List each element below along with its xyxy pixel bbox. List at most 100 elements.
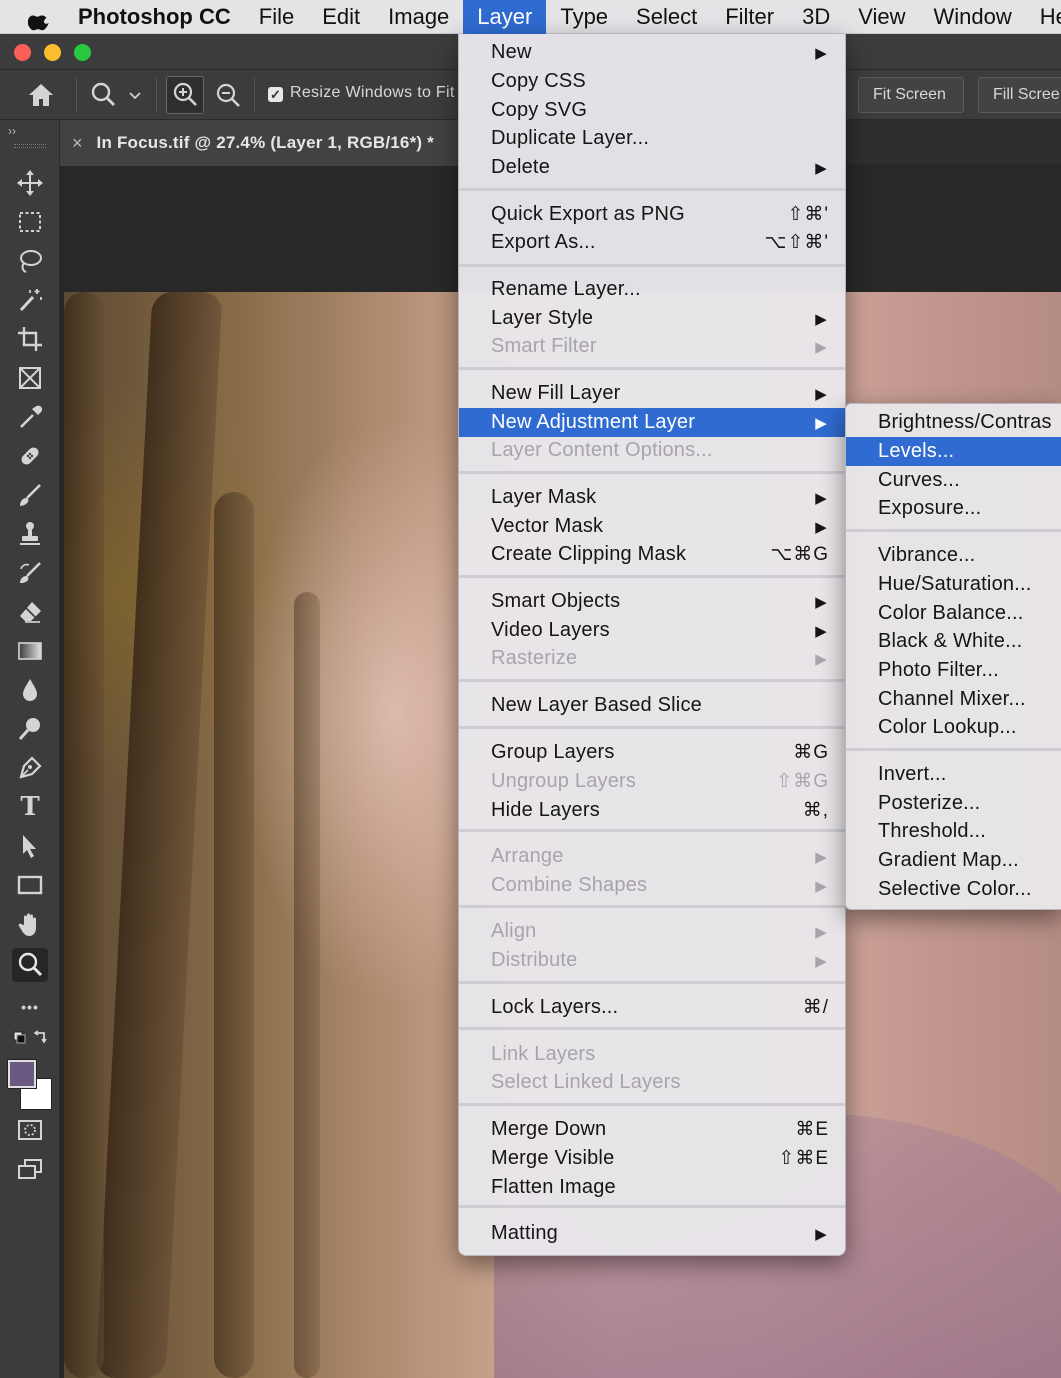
menu-type[interactable]: Type	[546, 0, 622, 34]
menu-file[interactable]: File	[245, 0, 308, 34]
layer-menu-item-video-layers[interactable]: Video Layers ▶	[459, 616, 845, 645]
path-selection-tool-icon[interactable]	[12, 829, 48, 863]
menu-image[interactable]: Image	[374, 0, 463, 34]
menu-layer[interactable]: Layer	[463, 0, 547, 34]
quick-mask-icon[interactable]	[12, 1113, 48, 1147]
layer-menu-item-align[interactable]: Align ▶	[459, 917, 845, 946]
layer-menu-item-hide-layers[interactable]: Hide Layers ⌘,	[459, 796, 845, 825]
adjustment-item-photo-filter[interactable]: Photo Filter...	[846, 656, 1061, 685]
adjustment-item-gradient-map[interactable]: Gradient Map...	[846, 846, 1061, 875]
layer-menu-item-distribute[interactable]: Distribute ▶	[459, 946, 845, 975]
screen-mode-icon[interactable]	[12, 1152, 48, 1186]
layer-menu-item-new-fill-layer[interactable]: New Fill Layer ▶	[459, 379, 845, 408]
layer-menu-item-flatten-image[interactable]: Flatten Image	[459, 1173, 845, 1202]
layer-menu-item-new-adjustment-layer[interactable]: New Adjustment Layer ▶	[459, 408, 845, 437]
foreground-color-swatch[interactable]	[7, 1059, 37, 1089]
layer-menu-item-copy-css[interactable]: Copy CSS	[459, 67, 845, 96]
layer-menu-item-smart-objects[interactable]: Smart Objects ▶	[459, 587, 845, 616]
collapse-panel-icon[interactable]: ››	[8, 124, 16, 138]
fit-screen-button[interactable]: Fit Screen	[858, 77, 964, 113]
layer-menu-item-matting[interactable]: Matting ▶	[459, 1219, 845, 1248]
layer-menu-item-export-as[interactable]: Export As... ⌥⇧⌘'	[459, 228, 845, 257]
menu-help[interactable]: He	[1026, 0, 1061, 34]
adjustment-item-levels[interactable]: Levels...	[846, 437, 1061, 466]
adjustment-item-channel-mixer[interactable]: Channel Mixer...	[846, 685, 1061, 714]
menu-window[interactable]: Window	[920, 0, 1026, 34]
adjustment-item-exposure[interactable]: Exposure...	[846, 494, 1061, 523]
layer-menu-item-combine-shapes[interactable]: Combine Shapes ▶	[459, 871, 845, 900]
apple-icon[interactable]	[28, 0, 52, 34]
zoom-tool-preset-icon[interactable]	[88, 80, 146, 110]
adjustment-item-hue-saturation[interactable]: Hue/Saturation...	[846, 570, 1061, 599]
rectangle-tool-icon[interactable]	[12, 868, 48, 902]
clone-stamp-tool-icon[interactable]	[12, 517, 48, 551]
menu-filter[interactable]: Filter	[711, 0, 788, 34]
adjustment-item-invert[interactable]: Invert...	[846, 760, 1061, 789]
document-tab[interactable]: × In Focus.tif @ 27.4% (Layer 1, RGB/16*…	[60, 120, 460, 166]
marquee-tool-icon[interactable]	[12, 205, 48, 239]
layer-menu-item-create-clipping-mask[interactable]: Create Clipping Mask ⌥⌘G	[459, 540, 845, 569]
layer-menu-item-group-layers[interactable]: Group Layers ⌘G	[459, 738, 845, 767]
layer-menu-item-rename-layer[interactable]: Rename Layer...	[459, 275, 845, 304]
adjustment-item-color-lookup[interactable]: Color Lookup...	[846, 713, 1061, 742]
layer-menu-item-quick-export-as-png[interactable]: Quick Export as PNG ⇧⌘'	[459, 200, 845, 229]
fill-screen-button[interactable]: Fill Scree	[978, 77, 1061, 113]
zoom-tool-icon[interactable]	[12, 948, 48, 982]
layer-menu-item-link-layers[interactable]: Link Layers	[459, 1040, 845, 1069]
adjustment-item-threshold[interactable]: Threshold...	[846, 817, 1061, 846]
magic-wand-tool-icon[interactable]	[12, 283, 48, 317]
adjustment-item-black-white[interactable]: Black & White...	[846, 627, 1061, 656]
layer-menu-item-rasterize[interactable]: Rasterize ▶	[459, 644, 845, 673]
layer-menu-item-select-linked-layers[interactable]: Select Linked Layers	[459, 1068, 845, 1097]
layer-menu-item-new[interactable]: New ▶	[459, 38, 845, 67]
layer-menu-item-copy-svg[interactable]: Copy SVG	[459, 96, 845, 125]
layer-menu-item-merge-visible[interactable]: Merge Visible ⇧⌘E	[459, 1144, 845, 1173]
layer-menu-item-layer-style[interactable]: Layer Style ▶	[459, 304, 845, 333]
edit-toolbar-icon[interactable]: •••	[12, 990, 48, 1024]
adjustment-item-vibrance[interactable]: Vibrance...	[846, 541, 1061, 570]
layer-menu-item-arrange[interactable]: Arrange ▶	[459, 842, 845, 871]
crop-tool-icon[interactable]	[12, 322, 48, 356]
home-icon[interactable]	[24, 80, 58, 110]
layer-menu-item-layer-mask[interactable]: Layer Mask ▶	[459, 483, 845, 512]
layer-menu-item-smart-filter[interactable]: Smart Filter ▶	[459, 332, 845, 361]
layer-menu-item-new-layer-based-slice[interactable]: New Layer Based Slice	[459, 691, 845, 720]
dodge-tool-icon[interactable]	[12, 712, 48, 746]
close-window-button[interactable]	[14, 44, 31, 61]
zoom-in-button[interactable]	[166, 76, 204, 114]
adjustment-item-color-balance[interactable]: Color Balance...	[846, 599, 1061, 628]
lasso-tool-icon[interactable]	[12, 244, 48, 278]
adjustment-item-posterize[interactable]: Posterize...	[846, 789, 1061, 818]
layer-menu-item-vector-mask[interactable]: Vector Mask ▶	[459, 512, 845, 541]
minimize-window-button[interactable]	[44, 44, 61, 61]
healing-brush-tool-icon[interactable]	[12, 439, 48, 473]
layer-menu-item-lock-layers[interactable]: Lock Layers... ⌘/	[459, 993, 845, 1022]
zoom-window-button[interactable]	[74, 44, 91, 61]
menu-edit[interactable]: Edit	[308, 0, 374, 34]
brush-tool-icon[interactable]	[12, 478, 48, 512]
close-document-icon[interactable]: ×	[72, 133, 83, 154]
zoom-out-button[interactable]	[214, 82, 244, 112]
move-tool-icon[interactable]	[12, 166, 48, 200]
pen-tool-icon[interactable]	[12, 751, 48, 785]
panel-grip[interactable]	[14, 144, 46, 148]
frame-tool-icon[interactable]	[12, 361, 48, 395]
layer-menu-item-delete[interactable]: Delete ▶	[459, 153, 845, 182]
layer-menu-item-layer-content-options[interactable]: Layer Content Options...	[459, 436, 845, 465]
eyedropper-tool-icon[interactable]	[12, 400, 48, 434]
type-tool-icon[interactable]: T	[12, 790, 48, 824]
menu-3d[interactable]: 3D	[788, 0, 844, 34]
adjustment-item-selective-color[interactable]: Selective Color...	[846, 875, 1061, 904]
layer-menu-item-duplicate-layer[interactable]: Duplicate Layer...	[459, 124, 845, 153]
menu-photoshop-cc[interactable]: Photoshop CC	[78, 0, 245, 34]
layer-menu-item-merge-down[interactable]: Merge Down ⌘E	[459, 1115, 845, 1144]
blur-tool-icon[interactable]	[12, 673, 48, 707]
eraser-tool-icon[interactable]	[12, 595, 48, 629]
resize-windows-checkbox[interactable]: ✓	[268, 87, 283, 102]
history-brush-tool-icon[interactable]	[12, 556, 48, 590]
menu-select[interactable]: Select	[622, 0, 711, 34]
layer-menu-item-ungroup-layers[interactable]: Ungroup Layers ⇧⌘G	[459, 767, 845, 796]
swap-colors-icon[interactable]	[12, 1027, 48, 1053]
adjustment-item-curves[interactable]: Curves...	[846, 466, 1061, 495]
menu-view[interactable]: View	[844, 0, 919, 34]
